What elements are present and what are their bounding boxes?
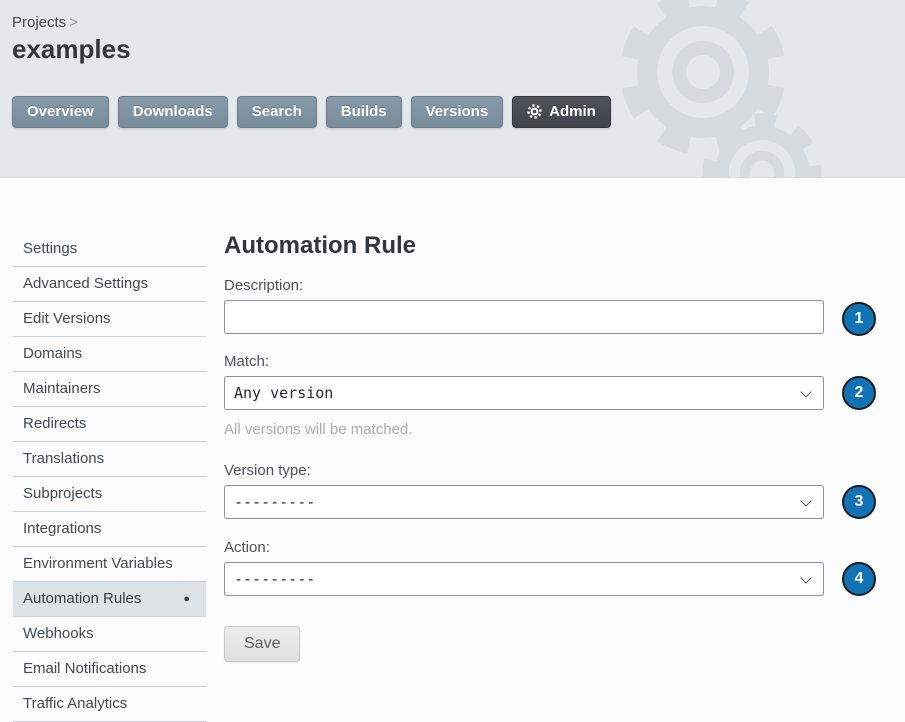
step-badge-4: 4	[842, 562, 876, 596]
sidebar-item-advanced-settings[interactable]: Advanced Settings	[13, 267, 206, 302]
tab-search[interactable]: Search	[237, 96, 317, 128]
sidebar-item-automation-rules[interactable]: Automation Rules ●	[13, 582, 206, 617]
step-badge-2: 2	[842, 376, 876, 410]
description-field: Description: 1	[224, 277, 824, 334]
tab-admin[interactable]: Admin	[512, 96, 611, 128]
sidebar-item-subprojects[interactable]: Subprojects	[13, 477, 206, 512]
automation-rule-form: Automation Rule Description: 1 Match: An…	[224, 232, 824, 722]
version-type-field: Version type: --------- 3	[224, 462, 824, 519]
tab-overview[interactable]: Overview	[12, 96, 109, 128]
action-field: Action: --------- 4	[224, 539, 824, 596]
sidebar-item-email-notifications[interactable]: Email Notifications	[13, 652, 206, 687]
breadcrumb-projects-link[interactable]: Projects	[12, 14, 66, 31]
tab-admin-label: Admin	[549, 103, 596, 120]
step-badge-3: 3	[842, 485, 876, 519]
gear-icon	[527, 104, 542, 119]
sidebar-item-integrations[interactable]: Integrations	[13, 512, 206, 547]
match-field: Match: Any version 2 All versions will b…	[224, 353, 824, 438]
tab-downloads[interactable]: Downloads	[118, 96, 228, 128]
match-help-text: All versions will be matched.	[224, 421, 824, 438]
description-input[interactable]	[224, 300, 824, 334]
sidebar-item-edit-versions[interactable]: Edit Versions	[13, 302, 206, 337]
description-label: Description:	[224, 277, 824, 294]
form-title: Automation Rule	[224, 232, 824, 260]
sidebar-item-webhooks[interactable]: Webhooks	[13, 617, 206, 652]
sidebar-item-redirects[interactable]: Redirects	[13, 407, 206, 442]
tab-versions[interactable]: Versions	[411, 96, 504, 128]
sidebar-item-translations[interactable]: Translations	[13, 442, 206, 477]
match-select[interactable]: Any version	[224, 376, 824, 410]
sidebar-item-maintainers[interactable]: Maintainers	[13, 372, 206, 407]
save-button[interactable]: Save	[224, 626, 300, 662]
tab-builds[interactable]: Builds	[326, 96, 402, 128]
version-type-select[interactable]: ---------	[224, 485, 824, 519]
admin-content: Settings Advanced Settings Edit Versions…	[0, 178, 905, 722]
page-title: examples	[12, 34, 905, 64]
match-label: Match:	[224, 353, 824, 370]
breadcrumb-separator: >	[69, 14, 78, 31]
project-header: Projects> examples Overview Downloads Se…	[0, 0, 905, 178]
project-nav: Overview Downloads Search Builds Version…	[12, 96, 905, 128]
active-indicator-dot: ●	[183, 590, 190, 608]
sidebar-item-traffic-analytics[interactable]: Traffic Analytics	[13, 687, 206, 722]
action-label: Action:	[224, 539, 824, 556]
admin-sidebar: Settings Advanced Settings Edit Versions…	[13, 232, 206, 722]
sidebar-item-environment-variables[interactable]: Environment Variables	[13, 547, 206, 582]
breadcrumb: Projects>	[12, 14, 905, 31]
action-select[interactable]: ---------	[224, 562, 824, 596]
sidebar-item-domains[interactable]: Domains	[13, 337, 206, 372]
step-badge-1: 1	[842, 302, 876, 336]
version-type-label: Version type:	[224, 462, 824, 479]
sidebar-item-settings[interactable]: Settings	[13, 232, 206, 267]
